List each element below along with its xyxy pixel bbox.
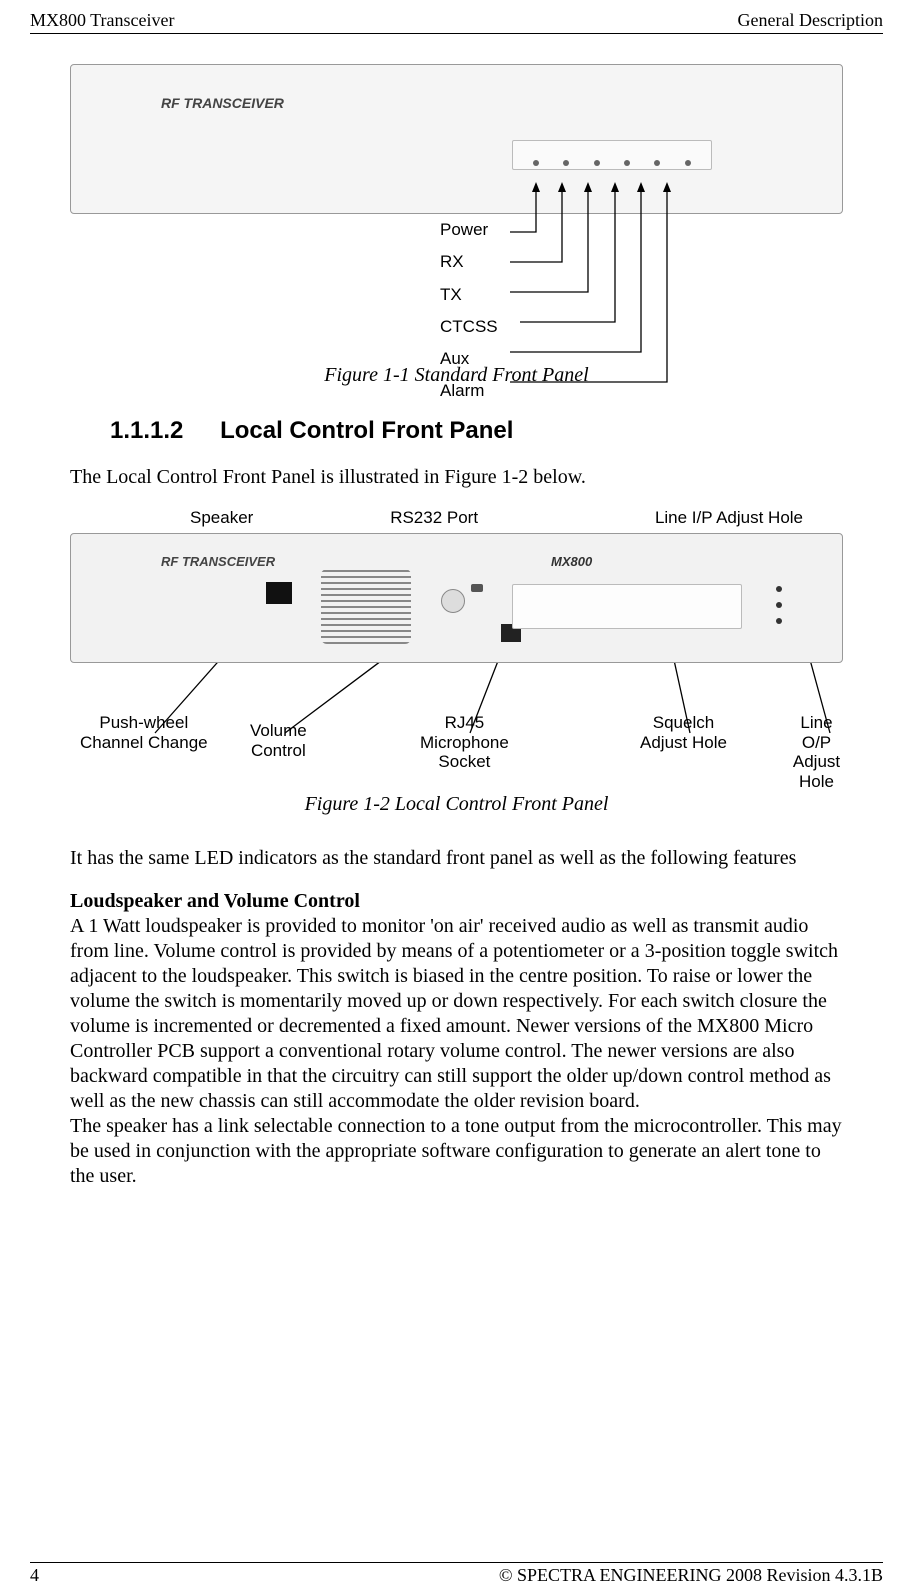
local-control-front-panel-image: RF TRANSCEIVER MX800 bbox=[70, 533, 843, 663]
callout-rx: RX bbox=[440, 246, 498, 278]
label-lineop: Line O/P Adjust Hole bbox=[790, 713, 843, 791]
heading-loudspeaker: Loudspeaker and Volume Control A 1 Watt … bbox=[70, 889, 843, 1189]
header-right: General Description bbox=[738, 10, 883, 31]
page-number: 4 bbox=[30, 1565, 39, 1586]
callout-list: Power RX TX CTCSS Aux Alarm bbox=[440, 214, 498, 408]
label-rs232: RS232 Port bbox=[390, 508, 478, 528]
figure-1: RF TRANSCEIVER bbox=[70, 64, 843, 387]
callout-power: Power bbox=[440, 214, 498, 246]
volume-knob-icon bbox=[441, 589, 465, 613]
copyright: © SPECTRA ENGINEERING 2008 Revision 4.3.… bbox=[499, 1565, 883, 1586]
label-squelch: Squelch Adjust Hole bbox=[640, 713, 727, 752]
model-label: MX800 bbox=[551, 554, 592, 569]
label-rj45: RJ45 Microphone Socket bbox=[420, 713, 509, 772]
section-title: Local Control Front Panel bbox=[220, 417, 513, 444]
brand-label: RF TRANSCEIVER bbox=[161, 554, 275, 569]
page-header: MX800 Transceiver General Description bbox=[30, 10, 883, 34]
system-panel-icon bbox=[512, 584, 742, 629]
callout-ctcss: CTCSS bbox=[440, 311, 498, 343]
pushwheel-icon bbox=[266, 582, 292, 604]
page-footer: 4 © SPECTRA ENGINEERING 2008 Revision 4.… bbox=[30, 1562, 883, 1586]
rs232-port-icon bbox=[471, 584, 483, 592]
paragraph-loudspeaker: A 1 Watt loudspeaker is provided to moni… bbox=[70, 915, 838, 1112]
callout-aux: Aux bbox=[440, 343, 498, 375]
label-lineip-adjust: Line I/P Adjust Hole bbox=[655, 508, 803, 528]
brand-label: RF TRANSCEIVER bbox=[161, 95, 284, 111]
label-volume: Volume Control bbox=[250, 721, 307, 760]
callout-alarm: Alarm bbox=[440, 375, 498, 407]
section-heading: 1.1.1.2 Local Control Front Panel bbox=[110, 417, 843, 445]
intro-paragraph: The Local Control Front Panel is illustr… bbox=[70, 465, 843, 490]
paragraph-speaker-link: The speaker has a link selectable connec… bbox=[70, 1115, 842, 1187]
figure-2-caption: Figure 1-2 Local Control Front Panel bbox=[70, 793, 843, 816]
speaker-grille-icon bbox=[321, 569, 411, 644]
header-left: MX800 Transceiver bbox=[30, 10, 175, 31]
label-speaker: Speaker bbox=[190, 508, 253, 528]
callout-tx: TX bbox=[440, 279, 498, 311]
figure-2: Speaker RS232 Port Line I/P Adjust Hole bbox=[70, 508, 843, 816]
paragraph-features: It has the same LED indicators as the st… bbox=[70, 846, 843, 871]
label-pushwheel: Push-wheel Channel Change bbox=[80, 713, 208, 752]
adjust-holes-icon bbox=[776, 586, 782, 624]
section-number: 1.1.1.2 bbox=[110, 417, 183, 444]
